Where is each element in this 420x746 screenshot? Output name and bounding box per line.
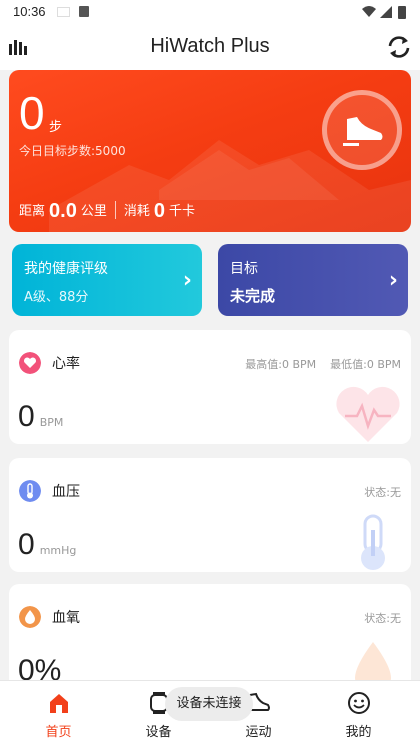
nav-sport-label: 运动 xyxy=(245,725,272,740)
droplet-icon xyxy=(19,606,41,628)
nav-home-label: 首页 xyxy=(45,725,72,740)
battery-icon xyxy=(398,6,406,19)
shoe-icon xyxy=(343,117,383,146)
health-rating-title: 我的健康评级 xyxy=(24,261,108,277)
heart-rate-min: 最低值:0 BPM xyxy=(330,358,401,371)
nav-device-label: 设备 xyxy=(145,725,172,740)
steps-count: 0 xyxy=(19,87,45,139)
blood-pressure-value-row: 0 mmHg xyxy=(18,528,76,562)
steps-stats: 距离 0.0 公里 消耗 0 千卡 xyxy=(19,200,195,222)
steps-goal: 今日目标步数:5000 xyxy=(19,144,126,158)
chevron-right-icon: › xyxy=(182,268,192,293)
heart-pulse-icon xyxy=(336,386,400,442)
heart-rate-value-row: 0 BPM xyxy=(18,400,63,434)
calories-label: 消耗 xyxy=(123,204,150,219)
health-rating-card[interactable]: 我的健康评级 A级、88分 › xyxy=(12,244,202,316)
nav-profile[interactable]: 我的 xyxy=(306,681,411,743)
page-title: HiWatch Plus xyxy=(150,35,270,57)
heart-rate-max: 最高值:0 BPM xyxy=(245,358,317,371)
distance-value: 0.0 xyxy=(49,200,77,222)
distance-label: 距离 xyxy=(19,204,46,219)
home-icon xyxy=(50,694,68,713)
blood-oxygen-title: 血氧 xyxy=(52,610,80,626)
shoe-badge xyxy=(322,90,402,170)
device-not-connected-toast: 设备未连接 xyxy=(165,687,253,721)
steps-unit: 步 xyxy=(49,120,63,135)
thermometer-icon xyxy=(19,480,41,502)
distance-unit: 公里 xyxy=(80,204,107,219)
heart-rate-range: 最高值:0 BPM 最低值:0 BPM xyxy=(245,356,401,372)
blood-pressure-status: 状态:无 xyxy=(364,486,401,499)
blood-oxygen-status: 状态:无 xyxy=(364,612,401,625)
chevron-right-icon: › xyxy=(388,268,398,293)
notification-icon xyxy=(57,7,70,17)
status-icons xyxy=(362,6,406,19)
app-notification-icon xyxy=(79,6,89,17)
nav-profile-label: 我的 xyxy=(345,725,372,740)
status-time: 10:36 xyxy=(13,4,46,19)
health-rating-score: A级、88分 xyxy=(24,290,89,305)
goal-card[interactable]: 目标 未完成 › xyxy=(218,244,408,316)
blood-pressure-value: 0 xyxy=(18,528,35,561)
heart-icon xyxy=(19,352,41,374)
blood-pressure-unit: mmHg xyxy=(39,544,77,557)
wifi-icon xyxy=(362,6,376,17)
heart-rate-card[interactable]: 心率 最高值:0 BPM 最低值:0 BPM 0 BPM xyxy=(9,330,411,444)
heart-rate-title: 心率 xyxy=(52,356,80,372)
blood-pressure-card[interactable]: 血压 状态:无 0 mmHg xyxy=(9,458,411,572)
status-bar: 10:36 xyxy=(0,0,420,24)
blood-pressure-title: 血压 xyxy=(52,484,80,500)
calories-value: 0 xyxy=(153,200,165,222)
sync-icon[interactable] xyxy=(386,34,412,60)
thermometer-deco-icon xyxy=(361,514,385,570)
smiley-icon xyxy=(348,692,370,714)
heart-rate-value: 0 xyxy=(18,400,35,433)
signal-icon xyxy=(380,6,392,18)
calories-unit: 千卡 xyxy=(168,204,195,219)
app-header: HiWatch Plus xyxy=(0,24,420,70)
goal-title: 目标 xyxy=(230,261,258,277)
nav-home[interactable]: 首页 xyxy=(6,681,111,743)
steps-card[interactable]: 0 步 今日目标步数:5000 距离 0.0 公里 消耗 0 千卡 xyxy=(9,70,411,232)
goal-status: 未完成 xyxy=(230,287,276,305)
stats-divider xyxy=(114,201,116,219)
heart-rate-unit: BPM xyxy=(39,416,64,429)
